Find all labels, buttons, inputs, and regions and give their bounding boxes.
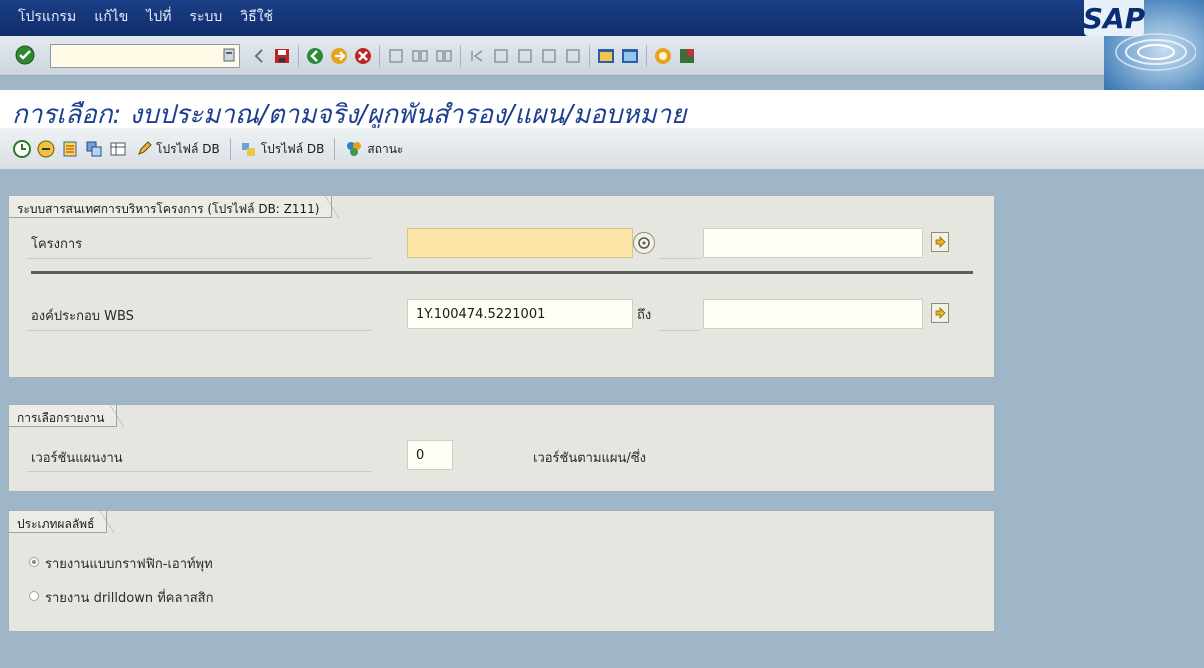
project-selection-group: ระบบสารสนเทศการบริหารโครงการ (โปรไฟล์ DB… xyxy=(8,195,995,378)
variant-icon[interactable] xyxy=(36,139,56,159)
plan-version-description: เวอร์ชันตามแผน/ซึ่ง xyxy=(533,451,646,466)
toolbar-separator xyxy=(298,45,299,67)
menu-program[interactable]: โปรแกรม xyxy=(18,6,76,28)
profile-db-label-2: โปรไฟล์ DB xyxy=(260,141,325,156)
drilldown-label[interactable]: รายงาน drilldown ที่คลาสสิก xyxy=(45,587,213,608)
edit-profile-button[interactable]: โปรไฟล์ DB xyxy=(132,137,224,161)
menu-system[interactable]: ระบบ xyxy=(189,6,222,28)
report-selection-group: การเลือกรายงาน เวอร์ชันแผนงาน 0 เวอร์ชัน… xyxy=(8,404,995,492)
project-group-title: ระบบสารสนเทศการบริหารโครงการ (โปรไฟล์ DB… xyxy=(9,196,340,218)
status-button[interactable]: สถานะ xyxy=(341,137,407,161)
wbs-from-input[interactable]: 1Y.100474.5221001 xyxy=(407,299,633,329)
output-type-group: ประเภทผลลัพธ์ รายงานแบบกราฟฟิก-เอาท์พุท … xyxy=(8,510,995,632)
sap-logo: SAP xyxy=(1082,0,1146,36)
pencil-icon xyxy=(138,141,152,155)
toolbar-separator xyxy=(229,138,231,160)
menu-list: โปรแกรม แก้ไข ไปที่ ระบบ วิธีใช้ xyxy=(18,6,273,28)
page-icon[interactable] xyxy=(563,46,583,66)
profile-switch-icon xyxy=(241,143,255,156)
section-divider xyxy=(31,271,973,274)
project-from-input[interactable] xyxy=(407,228,633,258)
previous-page-icon[interactable] xyxy=(491,46,511,66)
find-icon[interactable] xyxy=(410,46,430,66)
first-page-icon[interactable] xyxy=(467,46,487,66)
report-group-title: การเลือกรายงาน xyxy=(9,405,125,427)
table-icon[interactable] xyxy=(108,139,128,159)
command-field[interactable] xyxy=(50,44,240,68)
execute-clock-icon[interactable] xyxy=(12,139,32,159)
command-history-icon[interactable] xyxy=(222,46,236,64)
graphic-output-label[interactable]: รายงานแบบกราฟฟิก-เอาท์พุท xyxy=(45,553,213,574)
profile-db-label-1: โปรไฟล์ DB xyxy=(156,141,220,156)
enter-check-icon[interactable] xyxy=(14,44,36,69)
menu-goto[interactable]: ไปที่ xyxy=(146,6,171,28)
title-bar: การเลือก: งบประมาณ/ตามจริง/ผูกพันสำรอง/แ… xyxy=(0,90,1204,130)
drilldown-radio[interactable] xyxy=(29,591,39,601)
menu-edit[interactable]: แก้ไข xyxy=(94,6,128,28)
exit-icon[interactable] xyxy=(329,46,349,66)
status-icon xyxy=(347,142,362,156)
arrow-left-icon[interactable] xyxy=(248,46,268,66)
plan-version-input[interactable]: 0 xyxy=(407,440,453,470)
change-profile-button[interactable]: โปรไฟล์ DB xyxy=(237,137,329,161)
menu-bar: โปรแกรม แก้ไข ไปที่ ระบบ วิธีใช้ xyxy=(0,0,1204,36)
list-icon[interactable] xyxy=(60,139,80,159)
status-label: สถานะ xyxy=(367,141,404,156)
wbs-label-underline xyxy=(27,330,372,331)
new-session-icon[interactable] xyxy=(596,46,616,66)
save-icon[interactable] xyxy=(272,46,292,66)
arrow-right-icon xyxy=(935,236,946,248)
help-icon[interactable] xyxy=(653,46,673,66)
project-label-underline xyxy=(27,258,372,259)
standard-toolbar xyxy=(0,36,1104,76)
wbs-multiple-selection-button[interactable] xyxy=(931,303,949,323)
wbs-to-label-underline xyxy=(659,330,701,331)
project-to-input[interactable] xyxy=(703,228,923,258)
toolbar-separator xyxy=(334,138,336,160)
plan-version-underline xyxy=(27,471,372,472)
plan-version-label: เวอร์ชันแผนงาน xyxy=(31,451,123,466)
project-label: โครงการ xyxy=(31,237,83,252)
menu-help[interactable]: วิธีใช้ xyxy=(240,6,273,28)
wbs-label: องค์ประกอบ WBS xyxy=(31,309,134,324)
graphic-output-radio[interactable] xyxy=(29,557,39,567)
wbs-to-label: ถึง xyxy=(637,308,652,323)
next-page-icon[interactable] xyxy=(515,46,535,66)
cancel-icon[interactable] xyxy=(353,46,373,66)
project-multiple-selection-button[interactable] xyxy=(931,232,949,252)
toolbar-separator xyxy=(589,45,590,67)
wbs-to-input[interactable] xyxy=(703,299,923,329)
output-group-title: ประเภทผลลัพธ์ xyxy=(9,511,115,533)
layout-menu-icon[interactable] xyxy=(677,46,697,66)
find-next-icon[interactable] xyxy=(434,46,454,66)
arrow-right-icon xyxy=(935,307,946,319)
shortcut-icon[interactable] xyxy=(620,46,640,66)
toolbar-separator xyxy=(460,45,461,67)
print-icon[interactable] xyxy=(386,46,406,66)
back-icon[interactable] xyxy=(305,46,325,66)
toolbar-separator xyxy=(379,45,380,67)
copy-icon[interactable] xyxy=(84,139,104,159)
project-options-button[interactable] xyxy=(633,232,655,254)
to-label-underline xyxy=(659,258,701,259)
selection-option-icon xyxy=(638,237,650,249)
toolbar-separator xyxy=(646,45,647,67)
application-toolbar: โปรไฟล์ DB โปรไฟล์ DB สถานะ xyxy=(0,128,1204,170)
last-page-icon[interactable] xyxy=(539,46,559,66)
